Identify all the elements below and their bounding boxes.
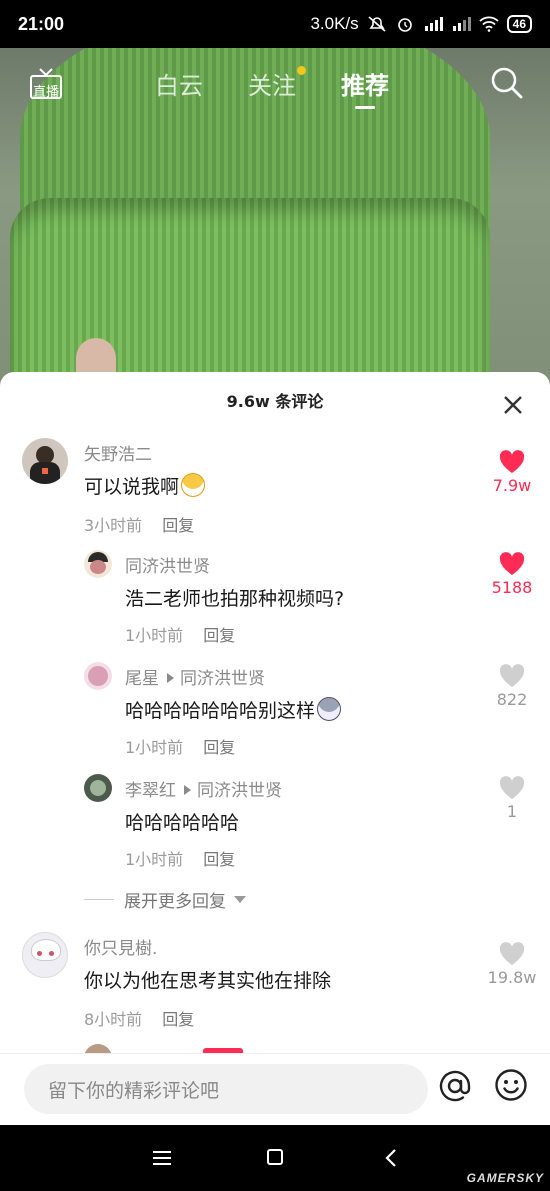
- expand-replies-button[interactable]: 展开更多回复: [84, 887, 246, 912]
- alarm-icon: [397, 18, 412, 32]
- battery-icon: 46: [506, 15, 532, 33]
- like-count: 1: [506, 802, 518, 821]
- mute-icon: [368, 16, 386, 32]
- comment-meta: 1小时前 回复: [125, 622, 235, 646]
- signal-2-icon: [452, 17, 471, 31]
- comment-text: 浩二老师也拍那种视频吗?: [125, 588, 345, 610]
- divider-line: [84, 899, 114, 900]
- tab-baiyun[interactable]: 白云: [155, 66, 203, 101]
- emoji-icon[interactable]: [494, 1068, 528, 1102]
- comment-meta: 1小时前 回复: [125, 846, 235, 870]
- like-button[interactable]: 19.8w: [482, 942, 542, 987]
- heart-outline-icon: [499, 664, 525, 687]
- comment-input-bar: 留下你的精彩评论吧: [0, 1053, 550, 1125]
- comment-username[interactable]: 尾星: [125, 669, 159, 689]
- feed-tabs: 白云 关注 推荐: [155, 66, 389, 109]
- avatar[interactable]: [84, 774, 112, 802]
- status-time: 21:00: [18, 13, 65, 34]
- status-bar: 21:00 3.0K/s 46: [0, 0, 550, 48]
- comment-username-line: 尾星 同济洪世贤: [125, 664, 265, 689]
- comment-username-line: 李翠红 同济洪世贤: [125, 776, 282, 801]
- comment-username[interactable]: 你只見樹.: [84, 934, 157, 959]
- comment-meta: 3小时前 回复: [84, 512, 194, 536]
- like-count: 19.8w: [487, 968, 537, 987]
- comment-time: 1小时前: [125, 850, 184, 869]
- husky-emoji-icon: [317, 697, 342, 721]
- grin-emoji-icon: [181, 473, 206, 497]
- reply-button[interactable]: 回复: [162, 1010, 194, 1029]
- expand-replies-label: 展开更多回复: [124, 892, 226, 912]
- chevron-down-icon: [234, 896, 246, 903]
- like-button[interactable]: 5188: [484, 552, 540, 597]
- comments-count-title: 9.6w 条评论: [226, 392, 324, 411]
- avatar[interactable]: [22, 932, 68, 978]
- comment-time: 8小时前: [84, 1010, 143, 1029]
- tab-following-label: 关注: [248, 72, 296, 100]
- comment-meta: 8小时前 回复: [84, 1006, 194, 1030]
- reply-button[interactable]: 回复: [203, 626, 235, 645]
- comment-input[interactable]: 留下你的精彩评论吧: [24, 1064, 428, 1114]
- avatar[interactable]: [22, 438, 68, 484]
- screen: 21:00 3.0K/s 46 直播 白云 关注 推荐 9.6w 条评论 矢野浩…: [0, 0, 550, 1191]
- heart-outline-icon: [499, 776, 525, 799]
- live-label: 直播: [32, 85, 59, 100]
- comments-panel: 9.6w 条评论 矢野浩二 可以说我啊 3小时前 回复 7.9w 同济洪世贤 浩…: [0, 372, 550, 1053]
- top-nav: 直播 白云 关注 推荐: [0, 60, 550, 110]
- reply-button[interactable]: 回复: [162, 516, 194, 535]
- comment-time: 1小时前: [125, 626, 184, 645]
- comment-meta: 1小时前 回复: [125, 734, 235, 758]
- live-button[interactable]: 直播: [28, 66, 64, 102]
- comment-text-content: 哈哈哈哈哈哈哈别这样: [125, 700, 316, 722]
- like-button[interactable]: 1: [484, 776, 540, 821]
- comment-text: 哈哈哈哈哈哈哈别这样: [125, 696, 342, 723]
- avatar[interactable]: [84, 550, 112, 578]
- watermark-text: GAMERSKY: [466, 1171, 544, 1185]
- system-nav-bar: GAMERSKY: [0, 1125, 550, 1191]
- like-count: 822: [496, 690, 528, 709]
- like-count: 7.9w: [492, 476, 532, 495]
- comment-text: 你以为他在思考其实他在排除: [84, 970, 332, 992]
- reply-to-arrow-icon: [184, 785, 191, 795]
- comment-username[interactable]: 同济洪世贤: [125, 552, 210, 577]
- next-comment-peek: [84, 1044, 112, 1053]
- wifi-icon: [479, 16, 499, 32]
- heart-outline-icon: [499, 942, 525, 965]
- comment-time: 1小时前: [125, 738, 184, 757]
- status-right: 3.0K/s 46: [310, 14, 532, 34]
- avatar[interactable]: [84, 662, 112, 690]
- comment-time: 3小时前: [84, 516, 143, 535]
- like-button[interactable]: 7.9w: [484, 450, 540, 495]
- home-icon[interactable]: [267, 1149, 283, 1165]
- menu-icon[interactable]: [153, 1150, 171, 1166]
- reply-button[interactable]: 回复: [203, 738, 235, 757]
- signal-1-icon: [424, 17, 443, 31]
- comment-text: 可以说我啊: [84, 472, 206, 499]
- mention-at-icon[interactable]: [437, 1068, 473, 1104]
- comment-text-content: 可以说我啊: [84, 476, 180, 498]
- search-icon[interactable]: [490, 66, 524, 100]
- close-icon[interactable]: [502, 394, 524, 416]
- comment-text: 哈哈哈哈哈哈: [125, 812, 240, 834]
- heart-icon: [499, 552, 525, 575]
- notification-dot: [297, 66, 306, 75]
- like-count: 5188: [491, 578, 533, 597]
- reply-to-username[interactable]: 同济洪世贤: [180, 669, 265, 689]
- reply-to-username[interactable]: 同济洪世贤: [197, 781, 282, 801]
- back-icon[interactable]: [384, 1149, 398, 1167]
- net-speed: 3.0K/s: [310, 14, 359, 33]
- reply-to-arrow-icon: [167, 673, 174, 683]
- reply-button[interactable]: 回复: [203, 850, 235, 869]
- tab-following[interactable]: 关注: [248, 66, 306, 101]
- comment-username[interactable]: 矢野浩二: [84, 440, 152, 465]
- like-button[interactable]: 822: [484, 664, 540, 709]
- tab-recommend[interactable]: 推荐: [341, 66, 389, 109]
- comment-username[interactable]: 李翠红: [125, 781, 176, 801]
- heart-icon: [499, 450, 525, 473]
